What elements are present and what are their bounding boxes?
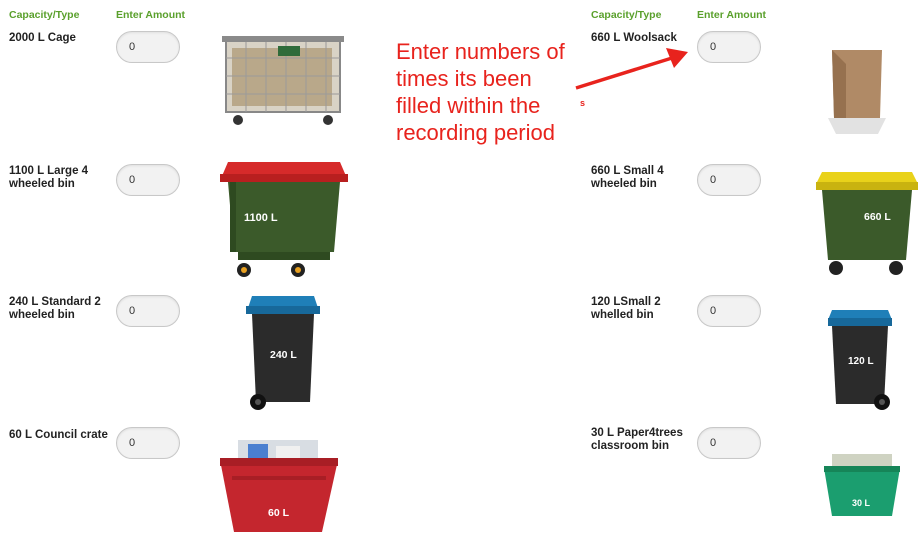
bin-size-text: 660 L [864, 211, 891, 223]
bin-size-text: 30 L [852, 498, 871, 508]
arrow-icon [575, 48, 688, 90]
stray-mark: s [580, 98, 586, 108]
amount-input-30l-classroom-bin[interactable] [697, 427, 761, 459]
standard-2-wheeled-bin-image: 240 L [246, 296, 320, 410]
amount-input-120l-bin[interactable] [697, 295, 761, 327]
woolsack-image [828, 50, 886, 134]
item-label-660l-woolsack: 660 L Woolsack [591, 32, 677, 44]
amount-input-2000l-cage[interactable] [116, 31, 180, 63]
item-label-120l-bin: 120 LSmall 2 whelled bin [591, 296, 661, 321]
left-capacity-header: Capacity/Type [9, 9, 80, 21]
large-4-wheeled-bin-image: 1100 L [220, 162, 348, 277]
amount-input-60l-crate[interactable] [116, 427, 180, 459]
right-amount-header: Enter Amount [697, 9, 767, 21]
bin-size-text: 60 L [268, 507, 290, 519]
amount-input-660l-woolsack[interactable] [697, 31, 761, 63]
small-4-wheeled-bin-image: 660 L [816, 172, 918, 275]
amount-input-1100l-bin[interactable] [116, 164, 180, 196]
council-crate-image: 60 L [220, 440, 338, 532]
amount-input-660l-bin[interactable] [697, 164, 761, 196]
item-label-1100l-bin: 1100 L Large 4 wheeled bin [9, 165, 89, 190]
instruction-annotation: Enter numbers of times its been filled w… [396, 39, 565, 145]
right-capacity-header: Capacity/Type [591, 9, 662, 21]
cage-bin-image [222, 36, 344, 125]
item-label-2000l-cage: 2000 L Cage [9, 32, 76, 44]
bin-size-text: 240 L [270, 349, 297, 361]
item-label-240l-bin: 240 L Standard 2 wheeled bin [9, 296, 101, 321]
bin-size-text: 1100 L [244, 212, 278, 224]
item-label-30l-classroom-bin: 30 L Paper4trees classroom bin [591, 427, 683, 452]
item-label-60l-crate: 60 L Council crate [9, 429, 108, 441]
amount-input-240l-bin[interactable] [116, 295, 180, 327]
bin-size-text: 120 L [848, 356, 874, 367]
small-2-wheeled-bin-image: 120 L [828, 310, 892, 410]
item-label-660l-bin: 660 L Small 4 wheeled bin [591, 165, 664, 190]
left-amount-header: Enter Amount [116, 9, 186, 21]
classroom-bin-image: 30 L [824, 454, 900, 516]
